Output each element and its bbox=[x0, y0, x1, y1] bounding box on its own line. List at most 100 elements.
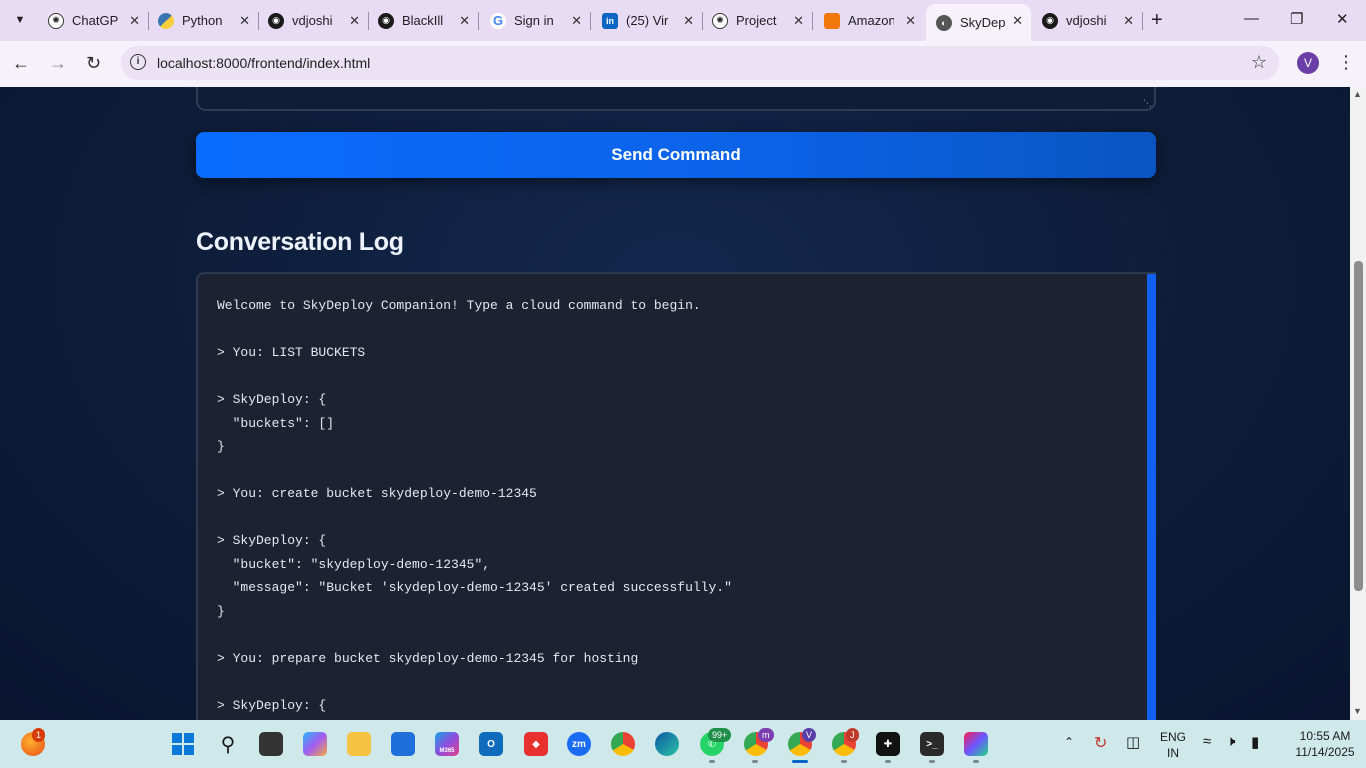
close-tab-icon[interactable]: ✕ bbox=[571, 13, 582, 29]
log-line: > SkyDeploy: { bbox=[217, 533, 327, 548]
clock-date[interactable]: 11/14/2025 bbox=[1288, 745, 1362, 759]
tab-blackill[interactable]: ◉ BlackIll ✕ bbox=[368, 6, 479, 35]
bookmark-star-icon[interactable]: ☆ bbox=[1251, 52, 1267, 73]
copilot-icon[interactable] bbox=[303, 732, 327, 756]
task-view-icon[interactable] bbox=[259, 732, 283, 756]
running-indicator bbox=[973, 760, 979, 763]
m365-icon[interactable]: M365 bbox=[435, 732, 459, 756]
new-tab-button[interactable]: + bbox=[1151, 9, 1163, 32]
outlook-icon[interactable]: O bbox=[479, 732, 503, 756]
send-command-button[interactable]: Send Command bbox=[196, 132, 1156, 178]
tab-vdjoshi[interactable]: ◉ vdjoshi ✕ bbox=[258, 6, 369, 35]
log-line: "message": "Bucket 'skydeploy-demo-12345… bbox=[217, 580, 732, 595]
tab-chatgpt[interactable]: ✺ ChatGPT ✕ bbox=[38, 6, 149, 35]
close-tab-icon[interactable]: ✕ bbox=[239, 13, 250, 29]
volume-icon[interactable]: 🕨 bbox=[1226, 733, 1235, 750]
battery-saver-icon[interactable]: ◫ bbox=[1126, 733, 1140, 751]
zoom-icon[interactable]: zm bbox=[567, 732, 591, 756]
tab-search-button[interactable]: ▼ bbox=[8, 8, 32, 32]
page-viewport: ⋱ Send Command Conversation Log Welcome … bbox=[0, 87, 1350, 720]
close-tab-icon[interactable]: ✕ bbox=[349, 13, 360, 29]
running-indicator bbox=[841, 760, 847, 763]
command-textarea[interactable]: ⋱ bbox=[196, 87, 1156, 111]
url-text[interactable]: localhost:8000/frontend/index.html bbox=[157, 55, 370, 71]
clock-time[interactable]: 10:55 AM bbox=[1293, 729, 1357, 743]
running-indicator bbox=[929, 760, 935, 763]
close-tab-icon[interactable]: ✕ bbox=[1012, 13, 1023, 29]
log-line: } bbox=[217, 439, 225, 454]
notification-badge: 1 bbox=[32, 728, 46, 742]
tab-amazon[interactable]: Amazon ✕ bbox=[814, 6, 924, 35]
chrome-icon[interactable] bbox=[611, 732, 635, 756]
tab-separator bbox=[590, 12, 591, 30]
microsoft-store-icon[interactable] bbox=[391, 732, 415, 756]
close-tab-icon[interactable]: ✕ bbox=[905, 13, 916, 29]
file-explorer-icon[interactable] bbox=[347, 732, 371, 756]
github-icon: ◉ bbox=[378, 12, 394, 29]
google-icon: G bbox=[490, 12, 506, 29]
language-indicator[interactable]: ENG bbox=[1160, 730, 1186, 744]
tab-sign-in[interactable]: G Sign in ✕ bbox=[480, 6, 591, 35]
wifi-icon[interactable]: ≈ bbox=[1203, 733, 1211, 750]
profile-badge-v: V bbox=[802, 728, 817, 742]
sync-icon[interactable]: ↻ bbox=[1094, 733, 1107, 753]
whatsapp-badge: 99+ bbox=[708, 728, 732, 742]
running-indicator bbox=[709, 760, 715, 763]
globe-icon: ◐ bbox=[936, 14, 952, 31]
tab-vdjoshi-2[interactable]: ◉ vdjoshi ✕ bbox=[1032, 6, 1143, 35]
address-bar[interactable]: i localhost:8000/frontend/index.html ☆ bbox=[121, 46, 1279, 80]
scroll-up-icon[interactable]: ▲ bbox=[1353, 89, 1362, 99]
chevron-up-icon[interactable]: ⌃ bbox=[1064, 735, 1074, 749]
running-indicator bbox=[885, 760, 891, 763]
openai-icon: ✺ bbox=[48, 12, 64, 29]
linkedin-icon: in bbox=[602, 12, 618, 29]
close-tab-icon[interactable]: ✕ bbox=[683, 13, 694, 29]
terminal-icon[interactable]: >_ bbox=[920, 732, 944, 756]
reload-icon[interactable]: ↻ bbox=[86, 53, 101, 74]
back-arrow-icon[interactable]: ← bbox=[12, 53, 30, 74]
profile-badge-j: J bbox=[846, 728, 859, 742]
tab-skydeploy[interactable]: ◐ SkyDep ✕ bbox=[926, 4, 1031, 41]
page-scrollbar[interactable]: ▲ ▼ bbox=[1350, 87, 1366, 720]
scroll-down-icon[interactable]: ▼ bbox=[1353, 706, 1362, 716]
tab-python[interactable]: Python ✕ bbox=[148, 6, 259, 35]
tab-linkedin[interactable]: in (25) Vir ✕ bbox=[592, 6, 703, 35]
github-icon: ◉ bbox=[1042, 12, 1058, 29]
battery-icon[interactable]: ▮ bbox=[1251, 733, 1259, 751]
log-line: } bbox=[217, 603, 225, 619]
menu-kebab-icon[interactable]: ⋮ bbox=[1337, 52, 1355, 73]
log-line: "buckets": [] bbox=[217, 415, 335, 431]
edge-icon[interactable] bbox=[655, 732, 679, 756]
tab-separator bbox=[812, 12, 813, 30]
anydesk-icon[interactable]: ◆ bbox=[524, 732, 548, 756]
running-indicator bbox=[752, 760, 758, 763]
conversation-log[interactable]: Welcome to SkyDeploy Companion! Type a c… bbox=[196, 272, 1156, 720]
forward-arrow-icon[interactable]: → bbox=[49, 53, 67, 74]
profile-avatar[interactable]: V bbox=[1297, 52, 1319, 74]
close-tab-icon[interactable]: ✕ bbox=[1123, 13, 1134, 29]
log-line: Welcome to SkyDeploy Companion! Type a c… bbox=[217, 298, 701, 313]
log-line: > You: prepare bucket skydeploy-demo-123… bbox=[217, 650, 639, 666]
minimize-button[interactable]: — bbox=[1244, 10, 1259, 27]
conversation-log-title: Conversation Log bbox=[196, 228, 404, 256]
tab-project[interactable]: ✺ Project ✕ bbox=[702, 6, 813, 35]
chevron-down-icon: ▼ bbox=[14, 14, 26, 26]
capcut-icon[interactable]: ✚ bbox=[876, 732, 900, 756]
scroll-thumb[interactable] bbox=[1354, 261, 1363, 591]
resize-handle-icon[interactable]: ⋱ bbox=[1143, 99, 1152, 108]
restore-button[interactable]: ❐ bbox=[1290, 10, 1303, 28]
site-info-icon[interactable]: i bbox=[130, 54, 146, 70]
close-tab-icon[interactable]: ✕ bbox=[793, 13, 804, 29]
windows-start-icon[interactable] bbox=[171, 732, 195, 756]
search-icon[interactable]: ⚲ bbox=[216, 732, 240, 756]
tab-separator bbox=[1142, 12, 1143, 30]
close-tab-icon[interactable]: ✕ bbox=[459, 13, 470, 29]
intellij-icon[interactable] bbox=[964, 732, 988, 756]
close-tab-icon[interactable]: ✕ bbox=[129, 13, 140, 29]
region-indicator[interactable]: IN bbox=[1167, 746, 1179, 760]
close-window-button[interactable]: ✕ bbox=[1336, 10, 1349, 28]
taskbar: 1 ⚲ M365 O ◆ zm ✆ 99+ m V J ✚ >_ ⌃ ↻ ◫ E… bbox=[0, 720, 1366, 768]
